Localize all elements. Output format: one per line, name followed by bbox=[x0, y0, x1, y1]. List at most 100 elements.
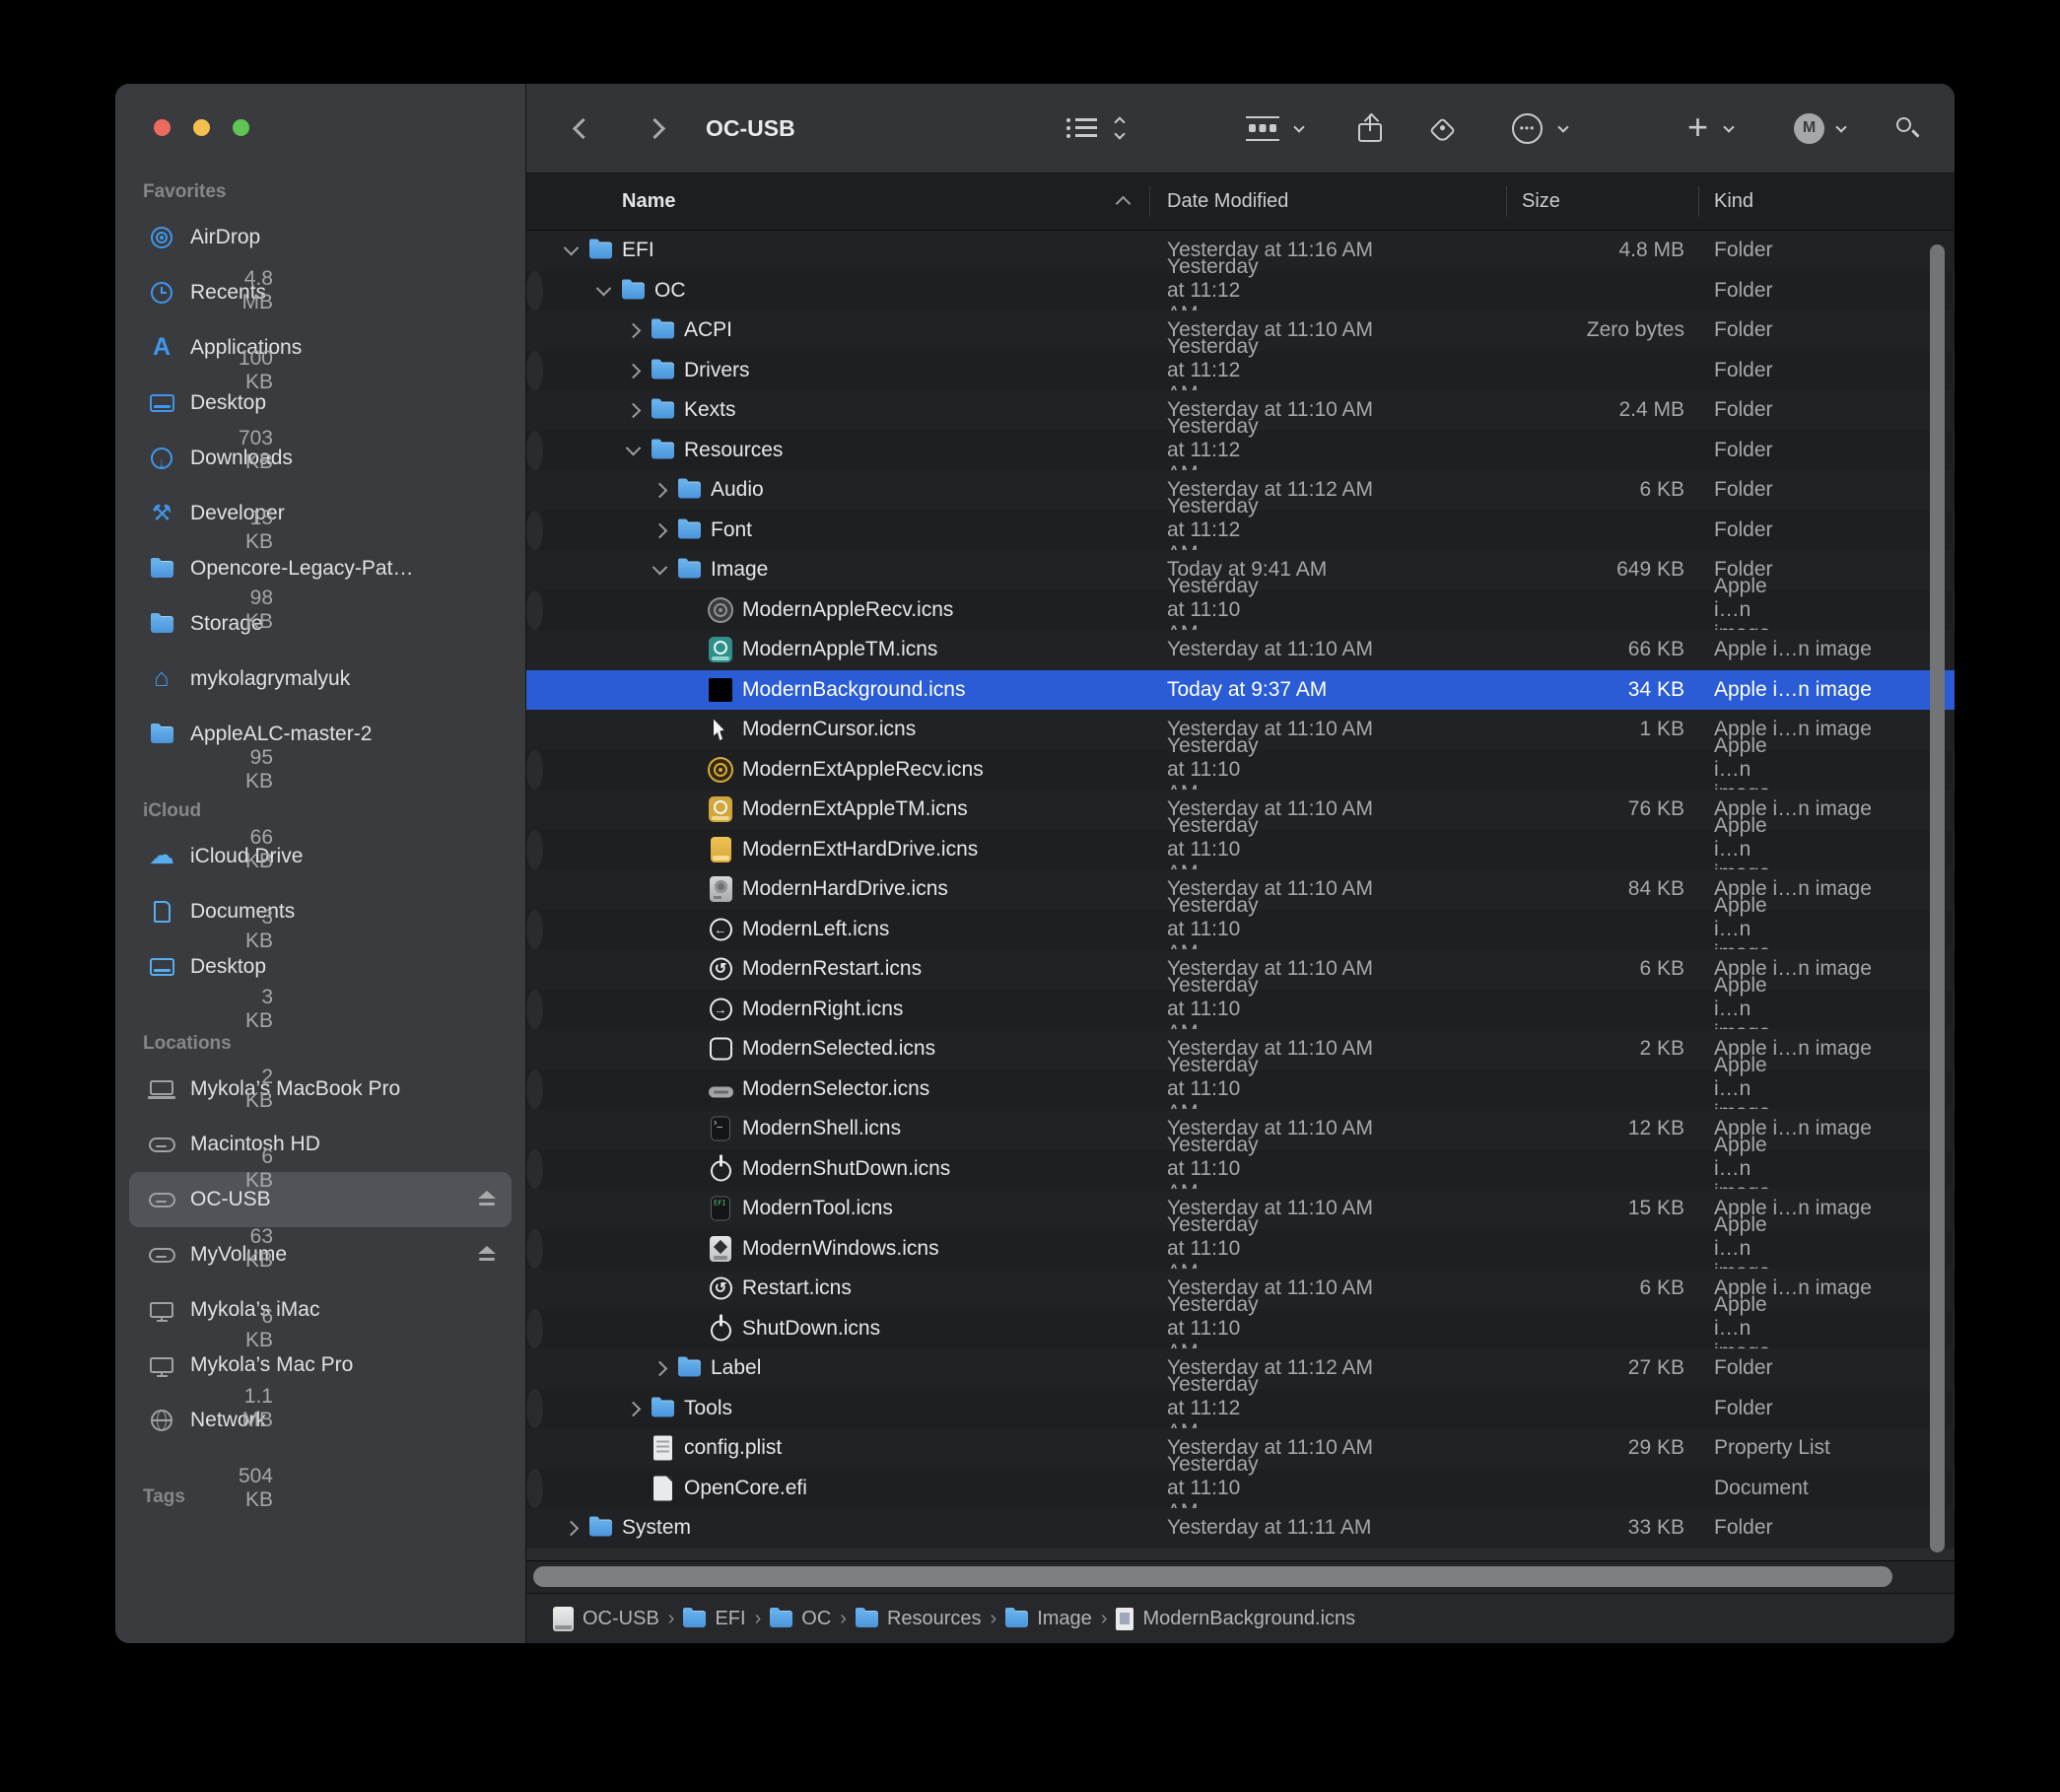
account-chevron[interactable] bbox=[1835, 84, 1848, 172]
sidebar-item-oc-usb[interactable]: OC-USB bbox=[129, 1172, 512, 1227]
tags-button[interactable] bbox=[1433, 84, 1452, 172]
new-item-button[interactable] bbox=[1687, 84, 1708, 172]
disclosure-collapsed-icon[interactable] bbox=[654, 478, 665, 502]
horizontal-scrollbar-thumb[interactable] bbox=[533, 1566, 1892, 1587]
disclosure-expanded-icon[interactable] bbox=[654, 558, 665, 582]
view-mode-chevrons[interactable] bbox=[1113, 84, 1128, 172]
file-row-modernbackground-icns[interactable]: ModernBackground.icnsToday at 9:37 AM34 … bbox=[526, 670, 1955, 711]
breadcrumb-item-image[interactable]: Image bbox=[1005, 1608, 1092, 1630]
tool-icon bbox=[711, 1197, 730, 1221]
sidebar-item-network[interactable]: Network bbox=[129, 1393, 512, 1448]
disclosure-collapsed-icon[interactable] bbox=[628, 359, 639, 382]
sidebar-item-opencore-legacy-pat[interactable]: Opencore-Legacy-Pat… bbox=[129, 541, 512, 596]
file-row-shutdown-icns[interactable]: ShutDown.icnsYesterday at 11:10 AM6 KBAp… bbox=[526, 1309, 543, 1349]
file-date-modified: Today at 9:37 AM bbox=[1167, 678, 1327, 702]
sidebar-item-desktop[interactable]: Desktop bbox=[129, 939, 512, 995]
file-name: Resources bbox=[684, 439, 783, 462]
breadcrumb-item-efi[interactable]: EFI bbox=[683, 1608, 745, 1630]
view-mode-button[interactable] bbox=[1066, 84, 1098, 172]
forward-button[interactable] bbox=[648, 84, 662, 172]
tag-icon bbox=[1429, 117, 1456, 144]
sidebar-section-label-icloud: iCloud bbox=[115, 793, 525, 829]
sidebar-item-developer[interactable]: Developer bbox=[129, 486, 512, 541]
sidebar-item-airdrop[interactable]: AirDrop bbox=[129, 210, 512, 265]
disclosure-collapsed-icon[interactable] bbox=[628, 398, 639, 422]
sidebar-item-mykola-s-imac[interactable]: Mykola’s iMac bbox=[129, 1282, 512, 1338]
file-row-modernleft-icns[interactable]: ModernLeft.icnsYesterday at 11:10 AM3 KB… bbox=[526, 910, 543, 950]
sidebar-item-myvolume[interactable]: MyVolume bbox=[129, 1227, 512, 1282]
file-row-modernapplerecv-icns[interactable]: ModernAppleRecv.icnsYesterday at 11:10 A… bbox=[526, 590, 543, 631]
close-button[interactable] bbox=[154, 119, 171, 136]
account-button[interactable]: M bbox=[1794, 84, 1824, 172]
sidebar-item-applications[interactable]: Applications bbox=[129, 320, 512, 376]
column-header-name[interactable]: Name bbox=[622, 173, 675, 230]
file-row-modernappletm-icns[interactable]: ModernAppleTM.icnsYesterday at 11:10 AM6… bbox=[526, 630, 1955, 670]
file-row-modernextharddrive-icns[interactable]: ModernExtHardDrive.icnsYesterday at 11:1… bbox=[526, 830, 543, 870]
breadcrumb-item-oc-usb[interactable]: OC-USB bbox=[553, 1607, 659, 1631]
sidebar-item-desktop[interactable]: Desktop bbox=[129, 376, 512, 431]
share-button[interactable] bbox=[1358, 84, 1382, 172]
sidebar-item-downloads[interactable]: Downloads bbox=[129, 431, 512, 486]
disclosure-expanded-icon[interactable] bbox=[628, 439, 639, 462]
breadcrumb-item-resources[interactable]: Resources bbox=[856, 1608, 982, 1630]
file-icon-box bbox=[706, 1316, 735, 1341]
sidebar-item-storage[interactable]: Storage bbox=[129, 596, 512, 652]
minimize-button[interactable] bbox=[193, 119, 210, 136]
file-row-resources[interactable]: ResourcesYesterday at 11:12 AM703 KBFold… bbox=[526, 431, 543, 471]
sidebar-item-recents[interactable]: Recents bbox=[129, 265, 512, 320]
zoom-button[interactable] bbox=[233, 119, 249, 136]
group-by-chevron[interactable] bbox=[1293, 84, 1306, 172]
vertical-scrollbar-thumb[interactable] bbox=[1930, 244, 1945, 1552]
file-row-tools[interactable]: ToolsYesterday at 11:12 AM1.1 MBFolder bbox=[526, 1389, 543, 1429]
file-row-modernextapplerecv-icns[interactable]: ModernExtAppleRecv.icnsYesterday at 11:1… bbox=[526, 750, 543, 791]
file-size: 84 KB bbox=[1628, 877, 1684, 901]
file-row-modernright-icns[interactable]: ModernRight.icnsYesterday at 11:10 AM3 K… bbox=[526, 990, 543, 1030]
sidebar-item-icloud-drive[interactable]: iCloud Drive bbox=[129, 829, 512, 884]
disclosure-collapsed-icon[interactable] bbox=[628, 1397, 639, 1420]
column-header-size[interactable]: Size bbox=[1522, 173, 1560, 230]
disclosure-collapsed-icon[interactable] bbox=[566, 1516, 577, 1540]
breadcrumb-item-modernbackground-icns[interactable]: ModernBackground.icns bbox=[1116, 1608, 1355, 1630]
eject-icon bbox=[478, 1191, 496, 1206]
sidebar-item-mykolagrymalyuk[interactable]: mykolagrymalyuk bbox=[129, 652, 512, 707]
folder-icon bbox=[678, 562, 701, 579]
column-header-date-modified[interactable]: Date Modified bbox=[1167, 173, 1288, 230]
file-icon-box bbox=[648, 402, 677, 419]
sidebar-item-documents[interactable]: Documents bbox=[129, 884, 512, 939]
disclosure-collapsed-icon[interactable] bbox=[628, 318, 639, 342]
file-row-opencore-efi[interactable]: OpenCore.efiYesterday at 11:10 AM504 KBD… bbox=[526, 1469, 543, 1509]
file-row-modernwindows-icns[interactable]: ModernWindows.icnsYesterday at 11:10 AM6… bbox=[526, 1229, 543, 1270]
sidebar-item-mykola-s-macbook-pro[interactable]: Mykola’s MacBook Pro bbox=[129, 1062, 512, 1117]
sidebar-icon-box bbox=[145, 1248, 178, 1263]
file-kind: Folder bbox=[1714, 1356, 1773, 1380]
sidebar-item-applealc-master-2[interactable]: AppleALC-master-2 bbox=[129, 707, 512, 762]
file-row-modernselector-icns[interactable]: ModernSelector.icnsYesterday at 11:10 AM… bbox=[526, 1069, 543, 1110]
file-row-font[interactable]: FontYesterday at 11:12 AM15 KBFolder bbox=[526, 511, 543, 551]
file-row-modernshutdown-icns[interactable]: ModernShutDown.icnsYesterday at 11:10 AM… bbox=[526, 1149, 543, 1190]
disclosure-collapsed-icon[interactable] bbox=[654, 518, 665, 542]
back-button[interactable] bbox=[576, 84, 590, 172]
more-actions-button[interactable] bbox=[1512, 84, 1543, 172]
more-actions-chevron[interactable] bbox=[1557, 84, 1570, 172]
file-row-drivers[interactable]: DriversYesterday at 11:12 AM100 KBFolder bbox=[526, 351, 543, 391]
sidebar-item-macintosh-hd[interactable]: Macintosh HD bbox=[129, 1117, 512, 1172]
folder-icon bbox=[770, 1611, 792, 1627]
column-header-kind[interactable]: Kind bbox=[1714, 173, 1753, 230]
folder-icon bbox=[151, 616, 173, 633]
eject-button[interactable] bbox=[478, 1243, 496, 1267]
search-button[interactable] bbox=[1894, 84, 1921, 172]
folder-icon bbox=[589, 1520, 612, 1537]
horizontal-scrollbar[interactable] bbox=[526, 1560, 1955, 1593]
sidebar-item-mykola-s-mac-pro[interactable]: Mykola’s Mac Pro bbox=[129, 1338, 512, 1393]
disclosure-expanded-icon[interactable] bbox=[598, 279, 609, 303]
disclosure-collapsed-icon[interactable] bbox=[654, 1356, 665, 1380]
group-by-button[interactable] bbox=[1246, 84, 1279, 172]
eject-button[interactable] bbox=[478, 1188, 496, 1211]
file-row-oc[interactable]: OCYesterday at 11:12 AM4.8 MBFolder bbox=[526, 271, 543, 311]
breadcrumb-chevron-icon: › bbox=[668, 1608, 675, 1630]
new-item-chevron[interactable] bbox=[1723, 84, 1736, 172]
breadcrumb-item-oc[interactable]: OC bbox=[770, 1608, 831, 1630]
disclosure-expanded-icon[interactable] bbox=[566, 239, 577, 262]
file-row-system[interactable]: SystemYesterday at 11:11 AM33 KBFolder bbox=[526, 1508, 1955, 1549]
file-icon-box bbox=[706, 1156, 735, 1181]
